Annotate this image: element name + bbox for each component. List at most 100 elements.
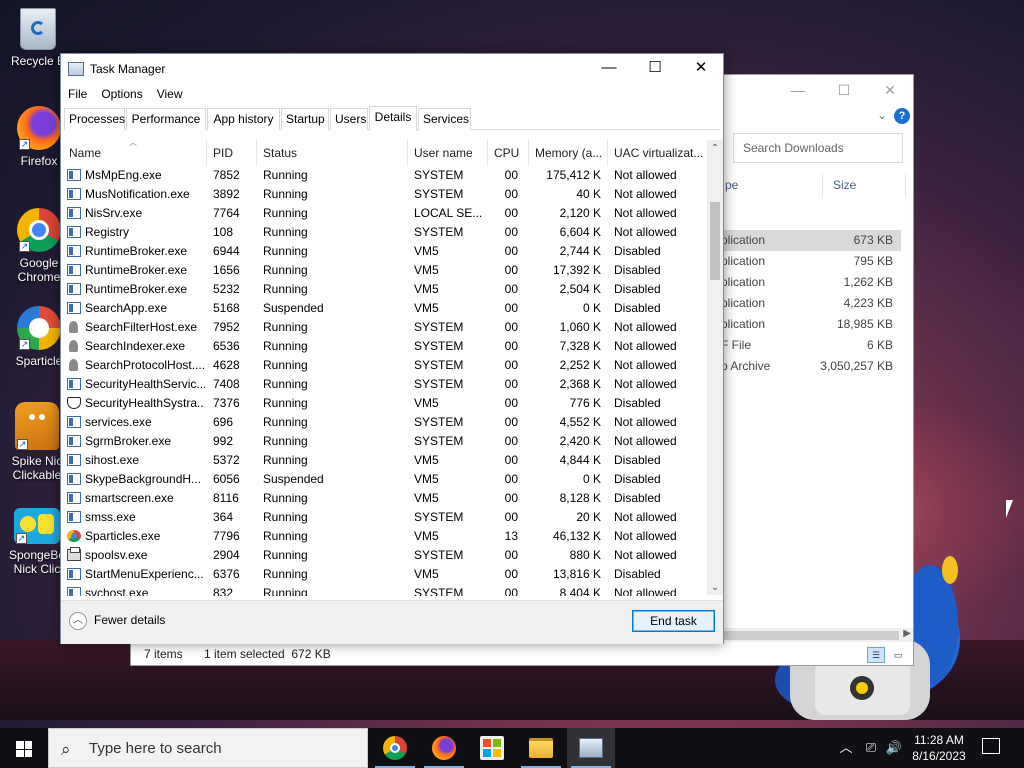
process-row[interactable]: RuntimeBroker.exe 6944 Running VM5 00 2,744 K… [63,242,707,261]
explorer-close-icon[interactable]: ✕ [867,75,913,105]
column-header-status[interactable]: Status [257,140,408,166]
column-header-pid[interactable]: PID [207,140,257,166]
menu-options[interactable]: Options [94,84,149,106]
explorer-search-input[interactable]: Search Downloads [733,133,903,163]
process-row[interactable]: RuntimeBroker.exe 5232 Running VM5 00 2,504 K… [63,280,707,299]
process-row[interactable]: SkypeBackgroundH... 6056 Suspended VM5 00 0 K… [63,470,707,489]
process-row[interactable]: spoolsv.exe 2904 Running SYSTEM 00 880 K Not a… [63,546,707,565]
file-list-row[interactable]: plication 4,223 KB [721,293,901,314]
fewer-details-link[interactable]: Fewer details [94,613,165,627]
column-header-cpu[interactable]: CPU [488,140,529,166]
printer-icon [67,547,81,561]
process-status: Running [263,358,308,372]
process-cpu: 00 [504,586,518,596]
desktop-icon-spongebob-nick-clickable[interactable]: ↗ SpongeBo Nick Clic [6,508,68,576]
process-row[interactable]: StartMenuExperienc... 6376 Running VM5 00 13,… [63,565,707,584]
process-row[interactable]: SearchApp.exe 5168 Suspended VM5 00 0 K Disabl… [63,299,707,318]
process-row[interactable]: SearchProtocolHost.... 4628 Running SYSTEM 0… [63,356,707,375]
help-icon[interactable]: ? [894,108,910,124]
process-row[interactable]: SearchFilterHost.exe 7952 Running SYSTEM 00 1… [63,318,707,337]
taskbar-search-box[interactable]: ⌕ Type here to search [48,728,368,768]
system-clock[interactable]: 11:28 AM 8/16/2023 [904,732,974,764]
file-list-row[interactable]: F File 6 KB [721,335,901,356]
process-row[interactable]: SecurityHealthServic... 7408 Running SYSTEM… [63,375,707,394]
column-header-size[interactable]: Size [833,175,856,201]
view-toggle: ☰ ▭ [867,647,907,663]
column-header-type[interactable]: pe [725,175,738,201]
large-icons-view-icon[interactable]: ▭ [889,647,907,663]
file-list-row[interactable]: plication 1,262 KB [721,272,901,293]
scroll-down-icon[interactable]: ⌄ [707,581,723,595]
taskbar-task-manager[interactable] [567,728,615,768]
tab-processes[interactable]: Processes [64,108,125,130]
vertical-scrollbar[interactable]: ⌃ ⌄ [707,140,723,595]
process-row[interactable]: SgrmBroker.exe 992 Running SYSTEM 00 2,420 K N… [63,432,707,451]
tab-services[interactable]: Services [418,108,471,130]
process-row[interactable]: smss.exe 364 Running SYSTEM 00 20 K Not allowe… [63,508,707,527]
scroll-up-icon[interactable]: ⌃ [707,142,723,156]
process-row[interactable]: RuntimeBroker.exe 1656 Running VM5 00 17,392 … [63,261,707,280]
maximize-button[interactable]: ☐ [632,54,678,84]
menu-view[interactable]: View [150,84,190,106]
file-list-row[interactable]: plication 673 KB [721,230,901,251]
process-row[interactable]: NisSrv.exe 7764 Running LOCAL SE... 00 2,120 … [63,204,707,223]
process-row[interactable]: Registry 108 Running SYSTEM 00 6,604 K Not all… [63,223,707,242]
taskbar-firefox[interactable] [420,728,468,768]
process-user: SYSTEM [414,510,464,524]
process-row[interactable]: services.exe 696 Running SYSTEM 00 4,552 K Not… [63,413,707,432]
column-header-user-name[interactable]: User name [408,140,488,166]
explorer-minimize-icon[interactable]: — [775,75,821,105]
process-status: Running [263,244,308,258]
tab-app-history[interactable]: App history [207,108,280,130]
process-row[interactable]: sihost.exe 5372 Running VM5 00 4,844 K Disable… [63,451,707,470]
process-row[interactable]: Sparticles.exe 7796 Running VM5 13 46,132 K No… [63,527,707,546]
desktop-icon-spike-nick-clickable[interactable]: ↗ Spike Nic Clickable [6,402,68,482]
column-header-uac-virtualization[interactable]: UAC virtualizat... [608,140,707,166]
tab-details[interactable]: Details [369,106,417,131]
process-row[interactable]: SearchIndexer.exe 6536 Running SYSTEM 00 7,32… [63,337,707,356]
chevron-up-circle-icon[interactable]: ︿ [69,612,87,630]
file-list-row[interactable]: plication 18,985 KB [721,314,901,335]
action-center-icon[interactable] [982,738,1000,754]
title-bar[interactable]: Task Manager — ☐ ✕ [61,54,723,84]
details-view-icon[interactable]: ☰ [867,647,885,663]
start-button[interactable] [0,728,48,768]
process-row[interactable]: MusNotification.exe 3892 Running SYSTEM 00 40… [63,185,707,204]
scroll-right-icon[interactable]: ▶ [903,628,911,639]
column-header-memory[interactable]: Memory (a... [529,140,608,166]
ribbon-expand-chevron-icon[interactable]: ⌄ [877,108,887,122]
application-icon [67,264,81,276]
tab-performance[interactable]: Performance [126,108,206,130]
task-manager-window[interactable]: Task Manager — ☐ ✕ File Options View Pro… [60,53,724,644]
taskbar-file-explorer[interactable] [517,728,565,768]
taskbar-chrome[interactable] [371,728,419,768]
scrollbar-thumb[interactable] [710,202,720,280]
process-row[interactable]: SecurityHealthSystra... 7376 Running VM5 00 7… [63,394,707,413]
menu-file[interactable]: File [61,84,94,106]
minimize-button[interactable]: — [586,54,632,84]
process-user: SYSTEM [414,225,464,239]
process-row[interactable]: smartscreen.exe 8116 Running VM5 00 8,128 K Di… [63,489,707,508]
tab-startup[interactable]: Startup [281,108,329,130]
process-cpu: 00 [504,510,518,524]
file-list-row[interactable]: plication 795 KB [721,251,901,272]
end-task-button[interactable]: End task [632,610,715,632]
process-row[interactable]: MsMpEng.exe 7852 Running SYSTEM 00 175,412 K N… [63,166,707,185]
taskbar-microsoft-store[interactable] [468,728,516,768]
tab-users[interactable]: Users [330,108,368,130]
volume-icon[interactable]: 🔊 [884,728,904,768]
horizontal-scrollbar[interactable]: ▶ [721,628,913,642]
explorer-maximize-icon[interactable]: ☐ [821,75,867,105]
network-icon[interactable]: ⎚ [860,728,882,768]
process-row[interactable]: svchost.exe 832 Running SYSTEM 00 8,404 K Not … [63,584,707,596]
process-uac: Disabled [614,244,661,258]
process-pid: 7408 [213,377,240,391]
process-memory: 40 K [576,187,601,201]
show-hidden-icons-chevron-icon[interactable]: ︿ [836,728,856,768]
file-list-row[interactable]: p Archive 3,050,257 KB [721,356,901,377]
process-uac: Not allowed [614,320,677,334]
scrollbar-thumb[interactable] [721,631,899,640]
close-button[interactable]: ✕ [678,54,724,84]
column-header-name[interactable]: Name [63,140,207,166]
process-list[interactable]: MsMpEng.exe 7852 Running SYSTEM 00 175,412 K N… [63,166,707,596]
